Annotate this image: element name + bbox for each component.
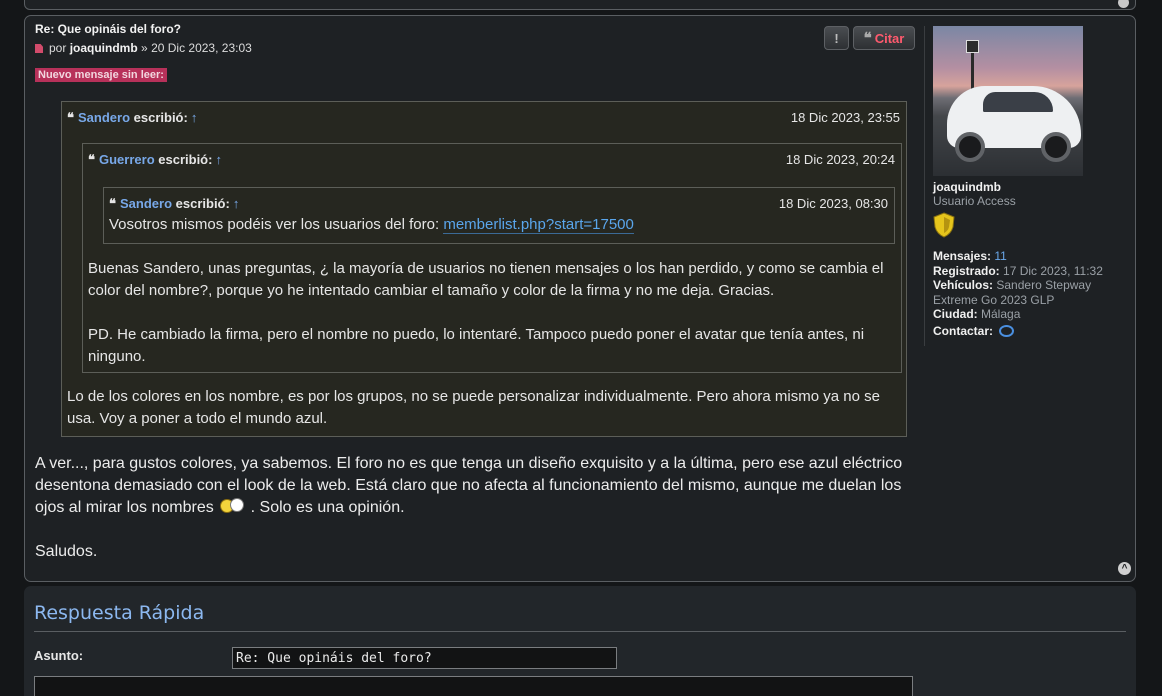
quote-icon: ❝ [67, 111, 74, 126]
post-paragraph-text: . Solo es una opinión. [250, 499, 405, 516]
post-date: 20 Dic 2023, 23:03 [151, 41, 252, 55]
quote-icon: ❝ [863, 29, 872, 47]
quote-wrote: escribió: [133, 110, 188, 125]
quote-date: 18 Dic 2023, 23:55 [790, 110, 900, 125]
profile-field-label: Mensajes: [933, 249, 992, 263]
profile-field-label: Vehículos: [933, 278, 994, 292]
up-arrow-icon[interactable]: ↑ [215, 152, 222, 167]
quote-text: PD. He cambiado la firma, pero el nombre… [88, 326, 865, 365]
profile-field-label: Contactar: [933, 323, 994, 338]
quote-text: Vosotros mismos podéis ver los usuarios … [109, 214, 889, 236]
smiley-icon [218, 498, 246, 514]
quote-block-1: ❝ Sandero escribió: ↑ 18 Dic 2023, 23:55 ❝… [61, 101, 907, 437]
avatar[interactable] [933, 26, 1083, 176]
quote-wrote: escribió: [175, 196, 230, 211]
quote-user-link[interactable]: Sandero [120, 196, 172, 211]
quote-button[interactable]: ❝ Citar [853, 26, 915, 50]
profile-field-value: Málaga [981, 307, 1021, 321]
quote-icon: ❝ [88, 153, 95, 168]
date-separator: » [141, 41, 148, 55]
quote-header: ❝ Sandero escribió: ↑ [67, 110, 197, 126]
back-to-top-icon[interactable]: ^ [1118, 562, 1131, 575]
post-paragraph: A ver..., para gustos colores, ya sabemo… [35, 453, 907, 519]
quote-header: ❝ Sandero escribió: ↑ [109, 196, 239, 212]
quote-header: ❝ Guerrero escribió: ↑ [88, 152, 222, 168]
quick-reply-title: Respuesta Rápida [34, 602, 205, 624]
profile-field-label: Ciudad: [933, 307, 978, 321]
post-profile: joaquindmb Usuario Access Mensajes: 11 R… [924, 26, 1124, 346]
previous-post-edge [24, 0, 1136, 10]
profile-contact: Contactar: [933, 324, 1124, 339]
back-to-top-icon[interactable] [1118, 0, 1129, 8]
quote-user-link[interactable]: Guerrero [99, 152, 155, 167]
profile-vehicles: Vehículos: Sandero Stepway Extreme Go 20… [933, 278, 1124, 307]
quote-button-label: Citar [874, 30, 905, 46]
profile-field-value: 17 Dic 2023, 11:32 [1003, 263, 1103, 278]
profile-posts: Mensajes: 11 [933, 249, 1124, 264]
post-buttons: ! ❝ Citar [824, 26, 915, 50]
quote-date: 18 Dic 2023, 08:30 [778, 196, 888, 211]
quote-text-body: Vosotros mismos podéis ver los usuarios … [109, 216, 440, 233]
subject-input[interactable] [232, 647, 617, 669]
quick-reply-panel: Respuesta Rápida Asunto: [24, 586, 1136, 696]
contact-chat-icon[interactable] [999, 324, 1015, 337]
forum-post: Re: Que opináis del foro? por joaquindmb… [24, 15, 1136, 582]
divider [34, 631, 1126, 632]
profile-username[interactable]: joaquindmb [933, 180, 1124, 194]
up-arrow-icon[interactable]: ↑ [233, 196, 240, 211]
report-button[interactable]: ! [824, 26, 849, 50]
post-paragraph-text: A ver..., para gustos colores, ya sabemo… [35, 455, 903, 516]
quote-block-3: ❝ Sandero escribió: ↑ 18 Dic 2023, 08:30 V… [103, 187, 895, 244]
profile-posts-count[interactable]: 11 [994, 249, 1006, 263]
profile-rank: Usuario Access [933, 194, 1016, 208]
subject-label: Asunto: [34, 648, 84, 663]
quote-text: Buenas Sandero, unas preguntas, ¿ la may… [88, 260, 884, 299]
profile-city: Ciudad: Málaga [933, 307, 1124, 322]
post-file-icon[interactable] [35, 44, 43, 53]
author-link[interactable]: joaquindmb [70, 41, 138, 55]
post-author-line: por joaquindmb » 20 Dic 2023, 23:03 [35, 41, 252, 55]
quote-wrote: escribió: [158, 152, 213, 167]
post-title[interactable]: Re: Que opináis del foro? [35, 22, 181, 36]
up-arrow-icon[interactable]: ↑ [191, 110, 198, 125]
rank-shield-icon [933, 212, 955, 238]
quote-block-2: ❝ Guerrero escribió: ↑ 18 Dic 2023, 20:24 … [82, 143, 902, 373]
message-textarea[interactable] [34, 676, 913, 696]
profile-field-label: Registrado: [933, 263, 1000, 278]
unread-label: Nuevo mensaje sin leer: [35, 68, 167, 82]
quote-icon: ❝ [109, 197, 116, 212]
quote-text: Lo de los colores en los nombre, es por … [67, 388, 880, 427]
profile-registered: Registrado: 17 Dic 2023, 11:32 [933, 264, 1124, 279]
post-content: A ver..., para gustos colores, ya sabemo… [35, 453, 907, 563]
post-signoff: Saludos. [35, 543, 98, 560]
quote-user-link[interactable]: Sandero [78, 110, 130, 125]
quote-date: 18 Dic 2023, 20:24 [785, 152, 895, 167]
author-prefix: por [49, 41, 67, 55]
memberlist-link[interactable]: memberlist.php?start=17500 [443, 216, 634, 234]
